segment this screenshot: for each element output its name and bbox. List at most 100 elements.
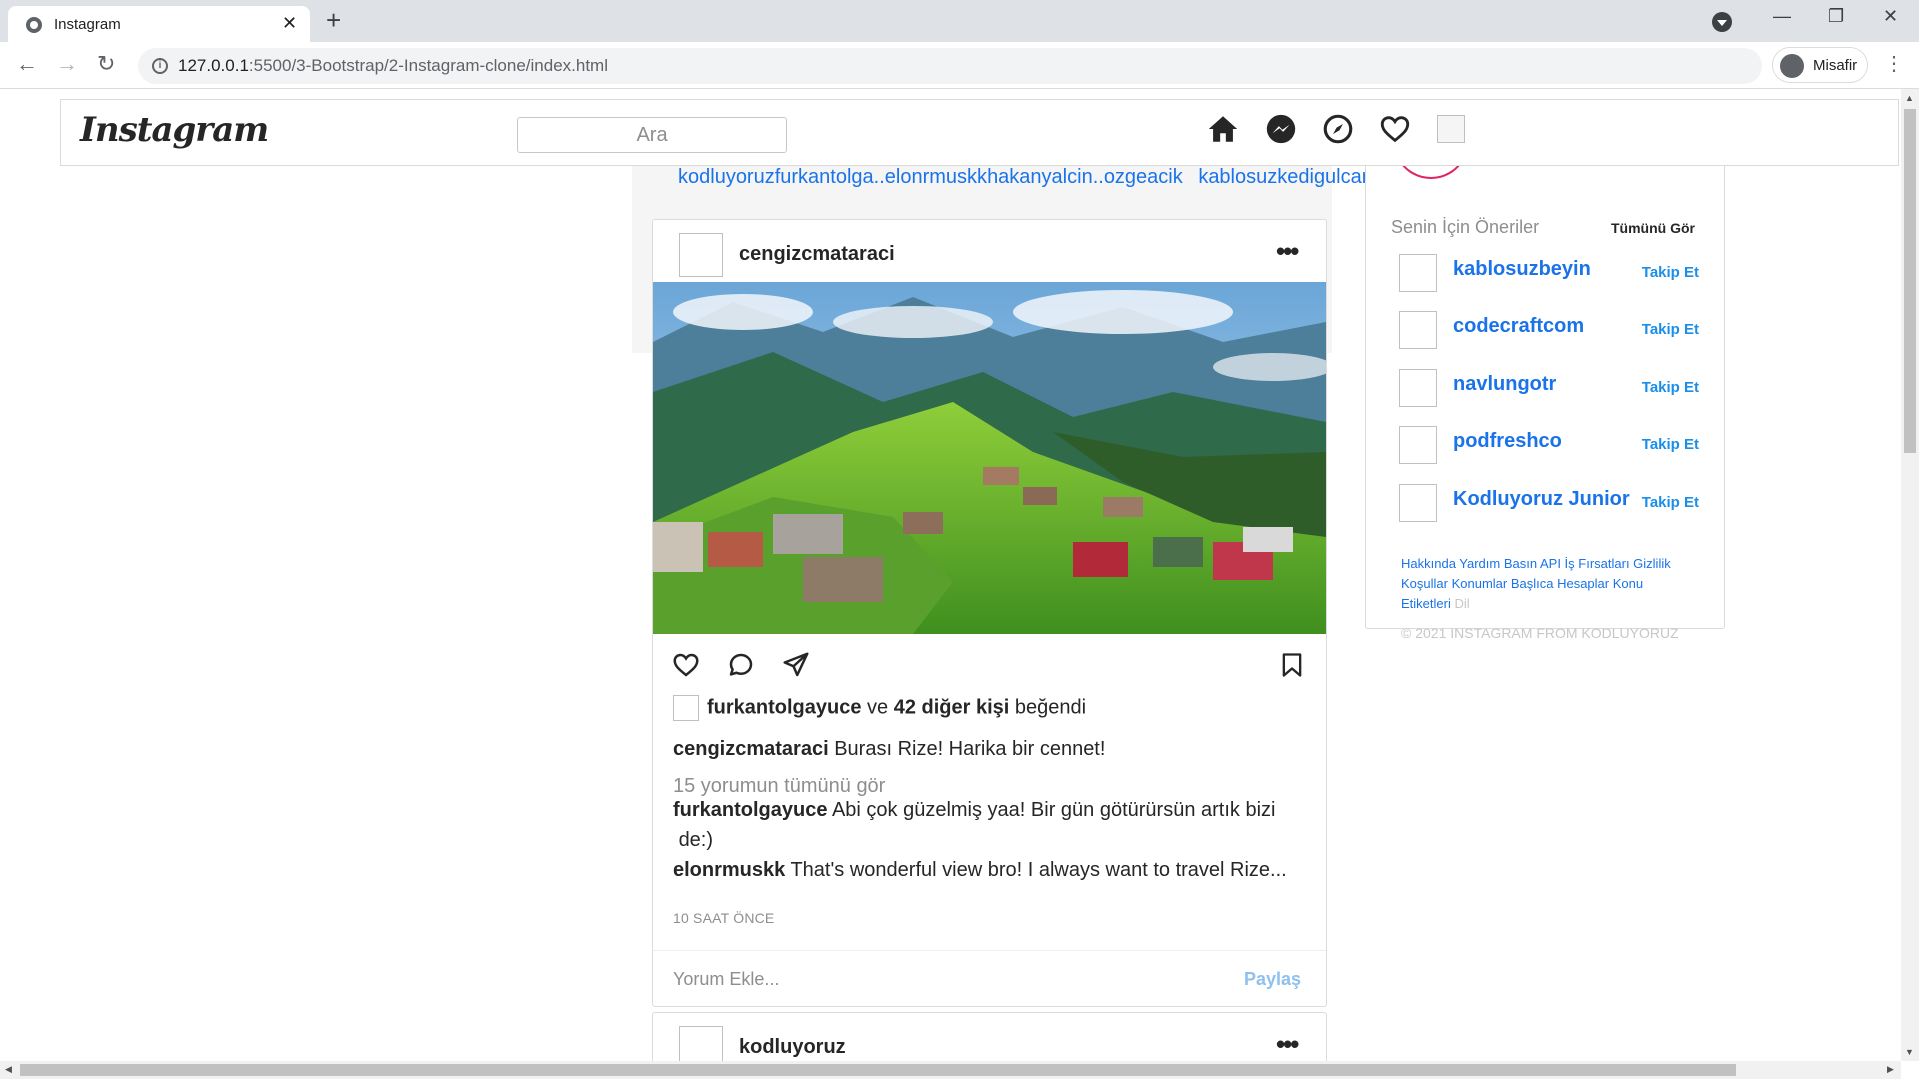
vertical-scrollbar[interactable]: ▲ ▼ <box>1901 89 1919 1061</box>
globe-icon <box>26 17 42 33</box>
see-all-link[interactable]: Tümünü Gör <box>1611 220 1695 236</box>
story-name[interactable]: hakanyalcin.. <box>987 166 1104 188</box>
browser-toolbar: ← → ↻ i 127.0.0.1:5500/3-Bootstrap/2-Ins… <box>0 42 1919 89</box>
explore-icon[interactable] <box>1321 112 1355 146</box>
browser-tab[interactable]: Instagram ✕ <box>8 6 310 42</box>
suggestion-avatar[interactable] <box>1399 311 1437 349</box>
profile-thumb[interactable] <box>1437 115 1465 143</box>
suggestion-name[interactable]: podfreshco <box>1453 430 1562 453</box>
caption-username[interactable]: cengizcmataraci <box>673 738 829 760</box>
follow-button[interactable]: Takip Et <box>1642 321 1699 338</box>
post-timestamp: 10 SAAT ÖNCE <box>673 910 775 926</box>
post-image[interactable] <box>653 282 1326 634</box>
story-name[interactable]: ozgeacik <box>1104 166 1183 188</box>
likes-suffix: beğendi <box>1014 696 1087 719</box>
instagram-logo[interactable]: Instagram <box>80 110 269 150</box>
comment: furkantolgayuce Abi çok güzelmiş yaa! Bi… <box>673 795 1293 855</box>
scroll-left-icon[interactable]: ◀ <box>5 1064 12 1075</box>
add-comment-bar: Yorum Ekle... Paylaş <box>653 950 1326 1006</box>
scroll-down-icon[interactable]: ▼ <box>1905 1047 1914 1057</box>
follow-button[interactable]: Takip Et <box>1642 494 1699 511</box>
post-caption: cengizcmataraci Burası Rize! Harika bir … <box>673 734 1105 764</box>
suggestion-avatar[interactable] <box>1399 369 1437 407</box>
language-link[interactable]: Dil <box>1454 596 1469 611</box>
url-text: 127.0.0.1:5500/3-Bootstrap/2-Instagram-c… <box>178 56 608 75</box>
suggestion-avatar[interactable] <box>1399 426 1437 464</box>
stories-list: kodluyoruzfurkantolga..elonrmuskkhakanya… <box>678 166 1368 189</box>
minimize-icon[interactable]: — <box>1773 6 1791 27</box>
heart-icon[interactable] <box>1378 112 1412 146</box>
browser-tab-bar: Instagram ✕ + — ❐ ✕ <box>0 0 1919 42</box>
suggestion-name[interactable]: navlungotr <box>1453 373 1556 396</box>
comment-icon[interactable] <box>726 650 756 680</box>
story-name[interactable]: gulcany <box>1314 166 1368 188</box>
comment: elonrmuskk That's wonderful view bro! I … <box>673 855 1287 885</box>
scroll-right-icon[interactable]: ▶ <box>1887 1064 1894 1075</box>
suggestion-avatar[interactable] <box>1399 484 1437 522</box>
comment-text-continued: de:) <box>678 829 714 851</box>
avatar-icon <box>1780 54 1804 78</box>
caption-text: Burası Rize! Harika bir cennet! <box>834 738 1106 760</box>
more-options-icon[interactable]: ••• <box>1276 1029 1299 1060</box>
messenger-icon[interactable] <box>1264 112 1298 146</box>
browser-menu-icon[interactable]: ⋮ <box>1884 51 1904 76</box>
restore-icon[interactable]: ❐ <box>1828 6 1844 27</box>
copyright: © 2021 INSTAGRAM FROM KODLUYORUZ <box>1401 625 1679 641</box>
horizontal-scroll-thumb[interactable] <box>20 1064 1736 1076</box>
suggestion-item: kablosuzbeyin Takip Et <box>1399 254 1699 294</box>
profile-label: Misafir <box>1813 57 1858 74</box>
like-icon[interactable] <box>671 650 701 680</box>
story-name[interactable]: kablosuzkedi <box>1198 166 1314 188</box>
comment-input[interactable]: Yorum Ekle... <box>673 969 779 990</box>
share-icon[interactable] <box>781 650 811 680</box>
site-info-icon[interactable]: i <box>152 58 168 74</box>
window-close-icon[interactable]: ✕ <box>1883 6 1898 27</box>
scroll-up-icon[interactable]: ▲ <box>1905 93 1914 103</box>
likes-connector: ve <box>867 696 889 719</box>
search-input[interactable]: Ara <box>517 117 787 153</box>
post-username[interactable]: kodluyoruz <box>739 1036 846 1059</box>
suggestions-title: Senin İçin Öneriler <box>1391 217 1540 237</box>
feed-post: cengizcmataraci ••• furkantolgayuce ve 4… <box>652 219 1327 1007</box>
horizontal-scrollbar[interactable]: ◀ ▶ <box>0 1061 1901 1079</box>
follow-button[interactable]: Takip Et <box>1642 436 1699 453</box>
comment-username[interactable]: furkantolgayuce <box>673 799 827 821</box>
follow-button[interactable]: Takip Et <box>1642 379 1699 396</box>
suggestion-item: codecraftcom Takip Et <box>1399 311 1699 351</box>
vertical-scroll-thumb[interactable] <box>1904 109 1916 453</box>
liker-avatar[interactable] <box>673 695 699 721</box>
likes-count[interactable]: 42 diğer kişi <box>894 696 1010 718</box>
back-icon[interactable]: ← <box>16 51 38 77</box>
suggestion-avatar[interactable] <box>1399 254 1437 292</box>
post-avatar[interactable] <box>679 233 723 277</box>
reload-icon[interactable]: ↻ <box>97 51 115 77</box>
suggestions-sidebar: cengizcmataraci Senin İçin Öneriler Tümü… <box>1365 129 1725 641</box>
new-tab-icon[interactable]: + <box>326 6 341 34</box>
close-tab-icon[interactable]: ✕ <box>282 13 297 34</box>
profile-button[interactable]: Misafir <box>1772 47 1868 83</box>
story-name[interactable]: elonrmuskk <box>885 166 987 188</box>
suggestion-item: navlungotr Takip Et <box>1399 369 1699 409</box>
post-username[interactable]: cengizcmataraci <box>739 243 895 266</box>
comment-text: Abi çok güzelmiş yaa! Bir gün götürürsün… <box>831 799 1276 821</box>
bookmark-icon[interactable] <box>1278 650 1306 680</box>
suggestion-name[interactable]: kablosuzbeyin <box>1453 258 1591 281</box>
suggestion-name[interactable]: Kodluyoruz Junior <box>1453 488 1630 511</box>
liker-username[interactable]: furkantolgayuce <box>707 696 861 718</box>
follow-button[interactable]: Takip Et <box>1642 264 1699 281</box>
story-name[interactable]: kodluyoruz <box>678 166 775 188</box>
tab-search-icon[interactable] <box>1712 12 1732 32</box>
story-name[interactable]: furkantolga.. <box>775 166 885 188</box>
comment-text: That's wonderful view bro! I always want… <box>790 859 1287 881</box>
suggestion-name[interactable]: codecraftcom <box>1453 315 1584 338</box>
share-comment-button[interactable]: Paylaş <box>1244 969 1301 990</box>
likes-summary: furkantolgayuce ve 42 diğer kişi beğendi <box>673 695 1086 721</box>
more-options-icon[interactable]: ••• <box>1276 236 1299 267</box>
footer-links: Hakkında Yardım Basın API İş Fırsatları … <box>1401 554 1691 614</box>
comment-username[interactable]: elonrmuskk <box>673 859 785 881</box>
forward-icon[interactable]: → <box>56 51 78 77</box>
address-bar[interactable]: i 127.0.0.1:5500/3-Bootstrap/2-Instagram… <box>138 48 1762 84</box>
home-icon[interactable] <box>1206 112 1240 146</box>
footer-links-text[interactable]: Hakkında Yardım Basın API İş Fırsatları … <box>1401 556 1671 611</box>
instagram-navbar: Instagram Ara <box>60 99 1899 166</box>
